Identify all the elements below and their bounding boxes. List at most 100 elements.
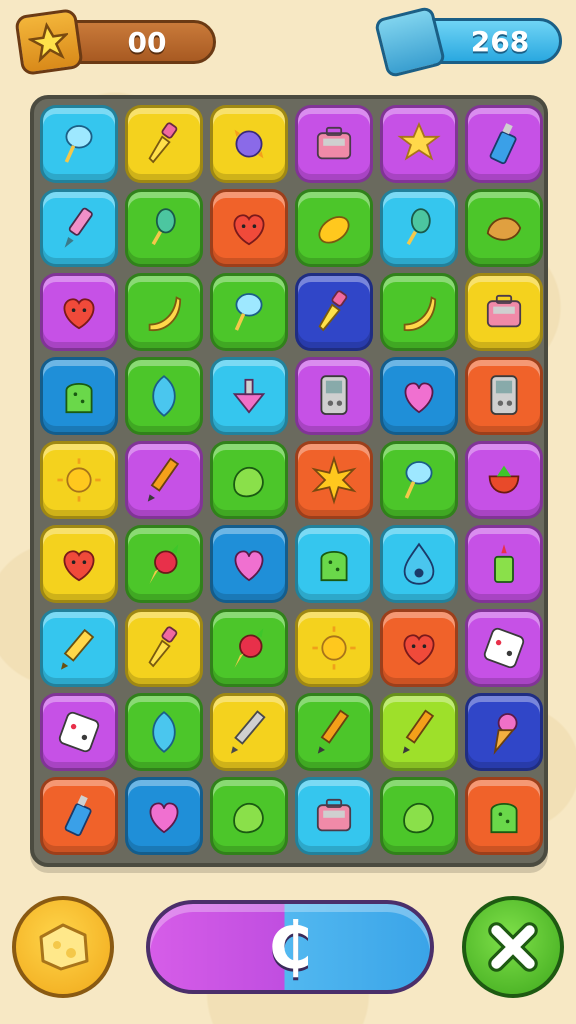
tile-candy-ball[interactable] (210, 105, 288, 183)
tile-heart-face[interactable] (380, 609, 458, 687)
toolbox-icon (316, 798, 352, 832)
cheese-icon (39, 923, 89, 971)
tile-heart[interactable] (125, 777, 203, 855)
tile-pencil[interactable] (380, 693, 458, 771)
tile-cotton-candy[interactable] (380, 441, 458, 519)
tile-sun[interactable] (40, 441, 118, 519)
tile-heart-face[interactable] (40, 525, 118, 603)
tile-balloon[interactable] (125, 693, 203, 771)
sun-icon (57, 458, 101, 502)
tile-blob[interactable] (210, 777, 288, 855)
tile-dropper[interactable] (295, 273, 373, 351)
tile-ice-pop[interactable] (380, 189, 458, 267)
tile-spinning-top[interactable] (210, 357, 288, 435)
close-icon (488, 922, 538, 972)
bottle-icon (64, 795, 92, 837)
tile-toolbox[interactable] (465, 273, 543, 351)
tile-toolbox[interactable] (295, 105, 373, 183)
blob-icon (233, 466, 264, 498)
tile-blob[interactable] (210, 441, 288, 519)
marker-icon (64, 207, 93, 248)
tile-heart[interactable] (210, 525, 288, 603)
tile-marker[interactable] (40, 189, 118, 267)
tile-pencil[interactable] (125, 441, 203, 519)
close-button[interactable] (462, 896, 564, 998)
crayon-icon (61, 628, 95, 670)
play-button[interactable]: ₵ (146, 900, 434, 994)
tile-balloon[interactable] (125, 357, 203, 435)
toolbox-icon (316, 126, 352, 160)
candy-ball-icon (234, 129, 264, 159)
toolbox-icon (486, 294, 522, 328)
cotton-candy-icon (234, 293, 263, 331)
blob-icon (403, 802, 434, 834)
tile-drop[interactable] (380, 525, 458, 603)
coin-counter: 268 (373, 5, 564, 79)
cotton-candy-icon (64, 125, 93, 163)
gummy-icon (320, 550, 348, 582)
banana-icon (403, 296, 437, 331)
candle-icon (494, 544, 514, 583)
tile-game-console[interactable] (295, 357, 373, 435)
heart-face-icon (233, 214, 265, 246)
tile-bottle[interactable] (465, 105, 543, 183)
tile-ice-cream[interactable] (465, 693, 543, 771)
tile-star-burst[interactable] (295, 441, 373, 519)
tile-star[interactable] (380, 105, 458, 183)
drop-icon (403, 542, 435, 585)
tile-sun[interactable] (295, 609, 373, 687)
blob-icon (233, 802, 264, 834)
tile-ice-pop[interactable] (125, 189, 203, 267)
tile-gummy[interactable] (465, 777, 543, 855)
dropper-icon (318, 290, 348, 332)
tile-game-console[interactable] (465, 357, 543, 435)
ice-pop-icon (406, 208, 431, 246)
tile-dropper[interactable] (125, 105, 203, 183)
dice-icon (58, 711, 100, 753)
tile-dice[interactable] (465, 609, 543, 687)
game-console-icon (490, 375, 518, 415)
tile-heart-face[interactable] (210, 189, 288, 267)
tile-dice[interactable] (40, 693, 118, 771)
tile-heart[interactable] (380, 357, 458, 435)
mango-icon (318, 216, 350, 244)
heart-icon (234, 550, 264, 582)
spinning-top-icon (232, 378, 266, 414)
tile-silver-pen[interactable] (210, 693, 288, 771)
game-console-icon (320, 375, 348, 415)
balloon-icon (152, 711, 176, 753)
tile-mango[interactable] (295, 189, 373, 267)
dropper-icon (148, 626, 178, 668)
sun-icon (312, 626, 356, 670)
heart-face-icon (63, 550, 95, 582)
tile-bottle[interactable] (40, 777, 118, 855)
heart-face-icon (403, 634, 435, 666)
tile-toolbox[interactable] (295, 777, 373, 855)
radish-icon (234, 628, 264, 668)
radish-icon (149, 544, 179, 584)
tile-banana[interactable] (125, 273, 203, 351)
gem-icon (373, 5, 447, 79)
pencil-icon (317, 709, 350, 754)
tile-radish[interactable] (210, 609, 288, 687)
tile-radish[interactable] (125, 525, 203, 603)
tile-candle[interactable] (465, 525, 543, 603)
bottle-icon (489, 123, 517, 165)
banana-icon (148, 296, 182, 331)
tile-croissant[interactable] (465, 189, 543, 267)
tile-crayon[interactable] (40, 609, 118, 687)
tile-cotton-candy[interactable] (40, 105, 118, 183)
silver-pen-icon (231, 710, 266, 754)
tile-dropper[interactable] (125, 609, 203, 687)
tile-strawberry[interactable] (465, 441, 543, 519)
booster-button[interactable] (12, 896, 114, 998)
tile-blob[interactable] (380, 777, 458, 855)
tile-heart-face[interactable] (40, 273, 118, 351)
game-board (30, 95, 548, 867)
tile-gummy[interactable] (295, 525, 373, 603)
score-value: 00 (127, 25, 167, 59)
tile-pencil[interactable] (295, 693, 373, 771)
tile-cotton-candy[interactable] (210, 273, 288, 351)
tile-banana[interactable] (380, 273, 458, 351)
tile-gummy[interactable] (40, 357, 118, 435)
